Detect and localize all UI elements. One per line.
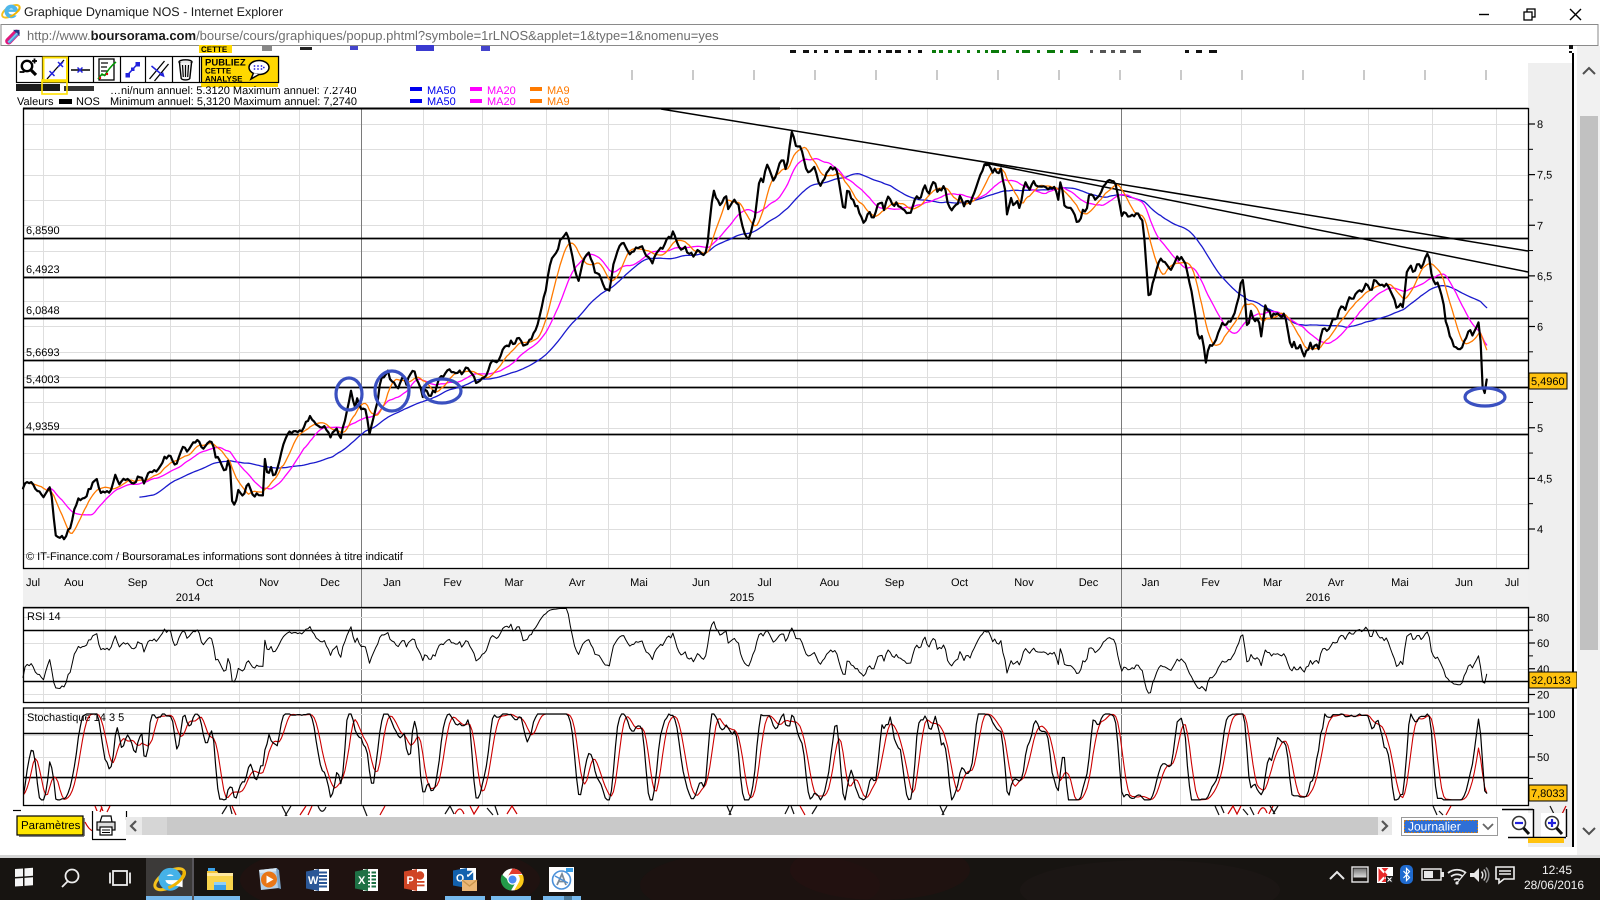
svg-text:Avr: Avr bbox=[569, 577, 586, 589]
svg-text:Jan: Jan bbox=[383, 577, 401, 589]
svg-text:Jun: Jun bbox=[1455, 577, 1473, 589]
svg-text:MA50: MA50 bbox=[427, 96, 456, 108]
svg-text:12:45: 12:45 bbox=[1542, 863, 1572, 877]
svg-text:NOS: NOS bbox=[76, 96, 100, 108]
svg-text:RSI 14: RSI 14 bbox=[27, 611, 61, 623]
svg-text:© IT-Finance.com / BoursoramaL: © IT-Finance.com / BoursoramaLes informa… bbox=[26, 551, 404, 563]
svg-text:50: 50 bbox=[1537, 752, 1549, 764]
svg-text:Oct: Oct bbox=[951, 577, 968, 589]
svg-text:Fev: Fev bbox=[1201, 577, 1220, 589]
svg-text:6,8590: 6,8590 bbox=[26, 225, 60, 237]
svg-text:7: 7 bbox=[1537, 220, 1543, 232]
svg-text:4,9359: 4,9359 bbox=[26, 421, 60, 433]
svg-text:CETTE: CETTE bbox=[201, 45, 228, 54]
svg-text:Dec: Dec bbox=[1079, 577, 1099, 589]
svg-text:Aou: Aou bbox=[820, 577, 840, 589]
svg-text:Avr: Avr bbox=[1328, 577, 1345, 589]
svg-text:28/06/2016: 28/06/2016 bbox=[1524, 878, 1584, 892]
svg-text:5: 5 bbox=[1537, 423, 1543, 435]
svg-text:Nov: Nov bbox=[1014, 577, 1034, 589]
svg-text:Dec: Dec bbox=[320, 577, 340, 589]
svg-text:6: 6 bbox=[1537, 322, 1543, 334]
svg-text:4,5: 4,5 bbox=[1537, 473, 1552, 485]
svg-text:W: W bbox=[308, 875, 319, 887]
svg-text:Sep: Sep bbox=[885, 577, 905, 589]
svg-text:Jun: Jun bbox=[692, 577, 710, 589]
svg-text:80: 80 bbox=[1537, 612, 1549, 624]
svg-text:6,0848: 6,0848 bbox=[26, 305, 60, 317]
svg-text:2015: 2015 bbox=[730, 592, 754, 604]
svg-text:Valeurs: Valeurs bbox=[17, 96, 54, 108]
svg-text:Mai: Mai bbox=[630, 577, 648, 589]
svg-text:Mai: Mai bbox=[1391, 577, 1409, 589]
svg-text:Fev: Fev bbox=[443, 577, 462, 589]
svg-text:7,8033: 7,8033 bbox=[1531, 788, 1565, 800]
svg-text:MA20: MA20 bbox=[487, 96, 516, 108]
svg-text:Jul: Jul bbox=[26, 577, 40, 589]
svg-text:7,5: 7,5 bbox=[1537, 170, 1552, 182]
svg-text:5,6693: 5,6693 bbox=[26, 347, 60, 359]
svg-text:Aou: Aou bbox=[64, 577, 84, 589]
svg-text:2016: 2016 bbox=[1306, 592, 1330, 604]
svg-text:ANALYSE: ANALYSE bbox=[205, 75, 243, 84]
svg-text:5,4003: 5,4003 bbox=[26, 374, 60, 386]
svg-text:Jul: Jul bbox=[1505, 577, 1519, 589]
svg-text:Paramètres: Paramètres bbox=[21, 820, 81, 832]
svg-text:Jan: Jan bbox=[1142, 577, 1160, 589]
svg-text:4: 4 bbox=[1537, 524, 1543, 536]
svg-text:Sep: Sep bbox=[128, 577, 148, 589]
svg-text:http://www.boursorama.com/bour: http://www.boursorama.com/bourse/cours/g… bbox=[27, 28, 719, 43]
svg-text:P: P bbox=[407, 875, 414, 887]
svg-text:60: 60 bbox=[1537, 638, 1549, 650]
svg-text:32,0133: 32,0133 bbox=[1531, 675, 1571, 687]
svg-text:20: 20 bbox=[1537, 690, 1549, 702]
svg-text:8: 8 bbox=[1537, 119, 1543, 131]
svg-text:Stochastique 14 3 5: Stochastique 14 3 5 bbox=[27, 712, 124, 724]
svg-text:100: 100 bbox=[1537, 709, 1555, 721]
svg-text:6,4923: 6,4923 bbox=[26, 264, 60, 276]
svg-text:Jul: Jul bbox=[757, 577, 771, 589]
svg-text:MA9: MA9 bbox=[547, 96, 570, 108]
svg-text:Minimum annuel: 5,3120 Maximum: Minimum annuel: 5,3120 Maximum annuel: 7… bbox=[110, 96, 357, 108]
svg-text:Mar: Mar bbox=[1263, 577, 1282, 589]
svg-text:Nov: Nov bbox=[259, 577, 279, 589]
svg-text:6,5: 6,5 bbox=[1537, 271, 1552, 283]
svg-text:Oct: Oct bbox=[196, 577, 213, 589]
svg-text:X: X bbox=[358, 875, 366, 887]
svg-text:5,4960: 5,4960 bbox=[1531, 376, 1565, 388]
svg-text:Graphique Dynamique NOS - Inte: Graphique Dynamique NOS - Internet Explo… bbox=[24, 5, 283, 19]
svg-text:Journalier: Journalier bbox=[1408, 820, 1461, 834]
svg-text:2014: 2014 bbox=[176, 592, 200, 604]
svg-text:Mar: Mar bbox=[505, 577, 524, 589]
